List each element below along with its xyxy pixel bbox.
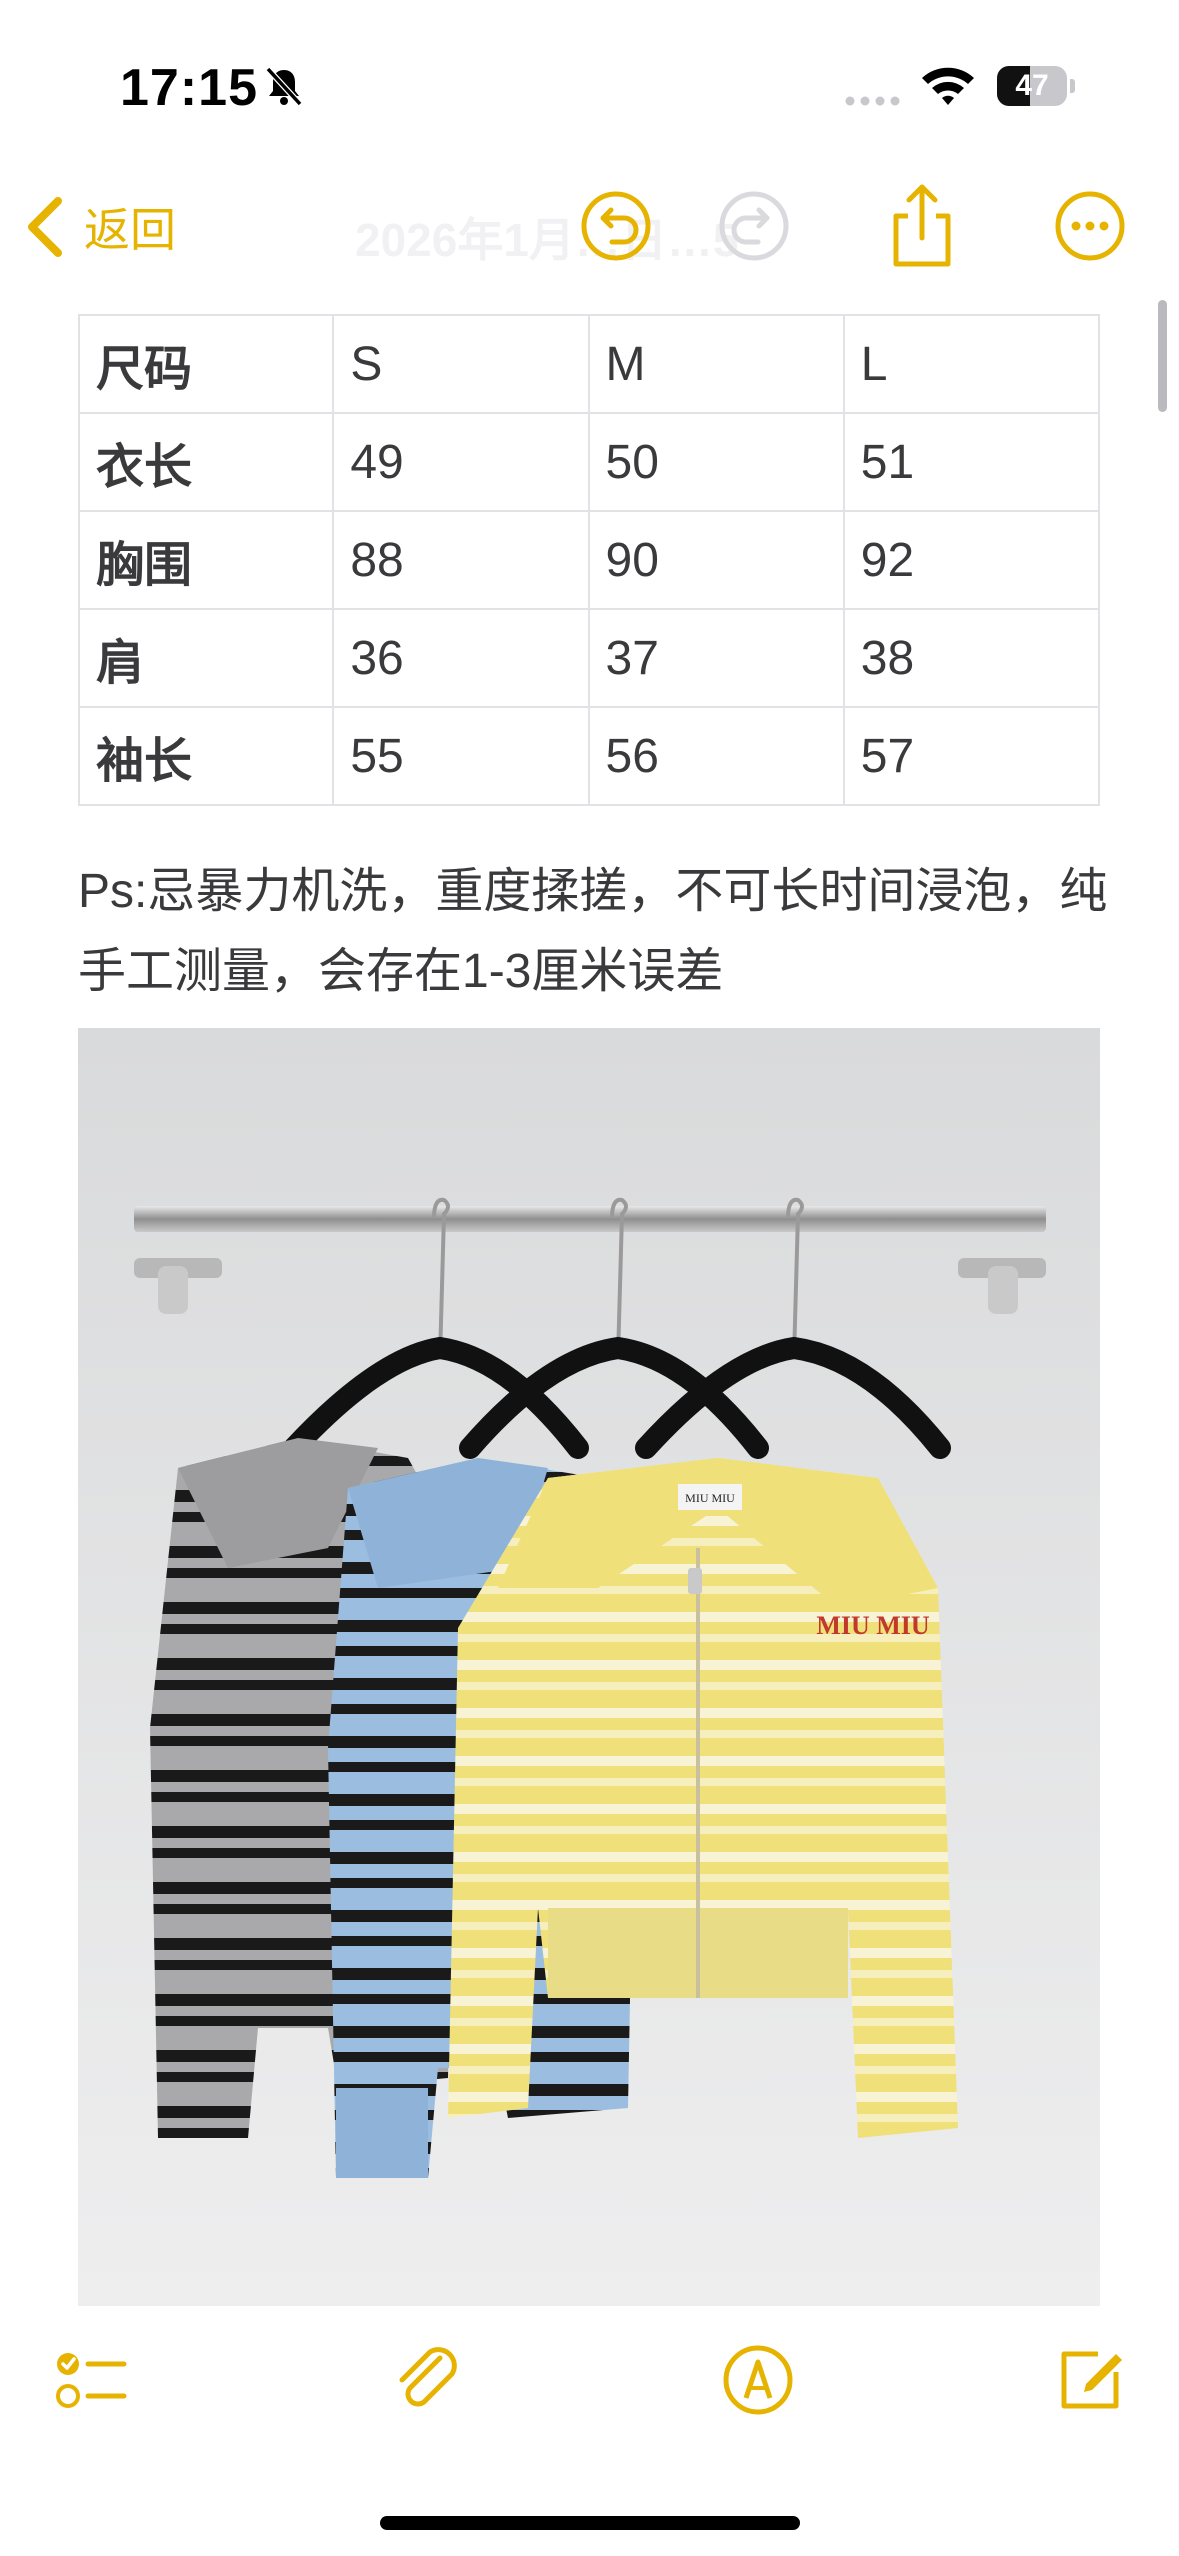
battery-icon: 47 bbox=[997, 66, 1075, 106]
home-indicator[interactable] bbox=[380, 2516, 800, 2530]
table-cell[interactable]: L bbox=[842, 314, 1101, 414]
photo-brand-tag: MIU MIU bbox=[685, 1491, 735, 1505]
table-row[interactable]: 肩 36 37 38 bbox=[77, 608, 1101, 708]
mute-icon bbox=[265, 66, 303, 107]
table-cell[interactable]: 37 bbox=[587, 608, 845, 708]
table-cell[interactable]: 56 bbox=[587, 706, 845, 806]
table-cell[interactable]: 88 bbox=[332, 510, 590, 610]
note-body-text[interactable]: Ps:忌暴力机洗，重度揉搓，不可长时间浸泡，纯手工测量，会存在1-3厘米误差 bbox=[78, 852, 1108, 1012]
embroidered-logo: MIU MIU bbox=[816, 1611, 930, 1640]
chevron-left-icon bbox=[28, 197, 62, 257]
note-title: 2026年1月…日…5 bbox=[355, 214, 739, 266]
wifi-icon bbox=[922, 67, 974, 105]
table-row[interactable]: 尺码 S M L bbox=[77, 314, 1101, 414]
table-cell[interactable]: 90 bbox=[587, 510, 845, 610]
table-row[interactable]: 袖长 55 56 57 bbox=[77, 706, 1101, 806]
table-cell[interactable]: 55 bbox=[332, 706, 590, 806]
table-cell[interactable]: M bbox=[587, 314, 845, 414]
table-row-header[interactable]: 肩 bbox=[77, 608, 335, 708]
garment-photo[interactable]: MIU MIU MIU MIU bbox=[78, 1028, 1100, 2306]
status-bar: 17:15 47 bbox=[0, 0, 1179, 170]
undo-icon[interactable] bbox=[578, 188, 654, 264]
battery-percent: 47 bbox=[1015, 69, 1049, 102]
table-cell[interactable]: 57 bbox=[842, 706, 1101, 806]
table-row-header[interactable]: 尺码 bbox=[77, 314, 335, 414]
back-button[interactable]: 返回 bbox=[24, 192, 176, 262]
nav-bar: 返回 2026年1月…日…5 bbox=[0, 170, 1179, 290]
more-icon[interactable] bbox=[1052, 188, 1128, 264]
status-time: 17:15 bbox=[120, 59, 258, 117]
table-row[interactable]: 衣长 49 50 51 bbox=[77, 412, 1101, 512]
markup-icon[interactable] bbox=[718, 2340, 798, 2420]
table-cell[interactable]: S bbox=[332, 314, 590, 414]
table-cell[interactable]: 36 bbox=[332, 608, 590, 708]
table-row[interactable]: 胸围 88 90 92 bbox=[77, 510, 1101, 610]
table-row-header[interactable]: 衣长 bbox=[77, 412, 335, 512]
scroll-indicator[interactable] bbox=[1158, 300, 1167, 412]
signal-icon bbox=[845, 96, 900, 106]
size-table[interactable]: 尺码 S M L 衣长 49 50 51 胸围 88 90 92 肩 36 37 38 袖长 55 56 57 bbox=[77, 314, 1101, 806]
paperclip-icon[interactable] bbox=[388, 2340, 468, 2420]
redo-icon[interactable] bbox=[716, 188, 792, 264]
table-cell[interactable]: 50 bbox=[587, 412, 845, 512]
table-cell[interactable]: 38 bbox=[842, 608, 1101, 708]
back-label: 返回 bbox=[84, 204, 176, 256]
share-icon[interactable] bbox=[884, 180, 960, 270]
table-cell[interactable]: 49 bbox=[332, 412, 590, 512]
table-cell[interactable]: 92 bbox=[842, 510, 1101, 610]
table-row-header[interactable]: 胸围 bbox=[77, 510, 335, 610]
table-cell[interactable]: 51 bbox=[842, 412, 1101, 512]
table-row-header[interactable]: 袖长 bbox=[77, 706, 335, 806]
compose-icon[interactable] bbox=[1050, 2340, 1130, 2420]
bottom-toolbar bbox=[0, 2330, 1179, 2450]
checklist-icon[interactable] bbox=[52, 2340, 132, 2420]
